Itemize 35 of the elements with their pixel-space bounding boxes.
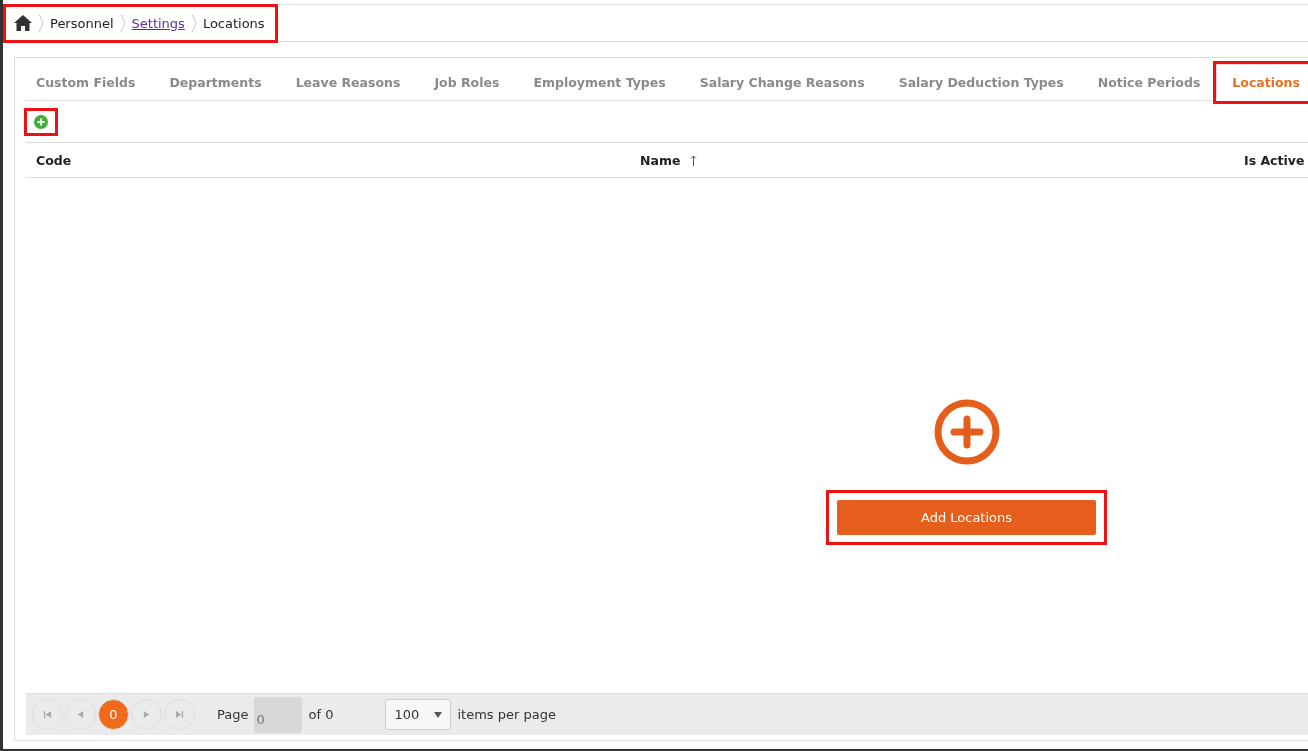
column-header[interactable]: Is Active	[1234, 152, 1308, 168]
tab[interactable]: Notice Periods	[1097, 65, 1201, 100]
tab[interactable]: Salary Change Reasons	[699, 65, 865, 100]
current-page-button[interactable]: 0	[98, 699, 129, 730]
tab[interactable]: Departments	[169, 65, 262, 100]
page-input[interactable]: 0	[254, 696, 303, 733]
breadcrumb-item: Locations	[202, 15, 265, 31]
chevron-icon	[119, 13, 126, 33]
plus-circle-icon	[34, 114, 48, 129]
column-header[interactable]: Name	[630, 152, 1234, 168]
tab[interactable]: Employment Types	[533, 65, 666, 100]
chevron-icon	[190, 13, 197, 33]
breadcrumb-item: Personnel	[50, 15, 114, 31]
add-button[interactable]	[27, 110, 55, 133]
chevron-icon	[38, 13, 44, 33]
breadcrumb-link[interactable]: Settings	[131, 15, 185, 31]
first-page-icon	[43, 710, 52, 719]
tab[interactable]: Leave Reasons	[295, 65, 401, 100]
previous-icon	[76, 710, 85, 719]
plus-circle-icon	[933, 399, 1000, 465]
page-size-dropdown[interactable]: 100	[385, 699, 452, 730]
tab[interactable]: Locations	[1216, 64, 1308, 101]
page-count: of 0	[308, 707, 334, 722]
tab[interactable]: Custom Fields	[36, 65, 136, 100]
next-icon	[142, 710, 151, 719]
column-header[interactable]: Code	[26, 152, 630, 168]
caret-icon	[434, 711, 443, 718]
home-icon[interactable]	[14, 15, 32, 31]
page-label: Page	[217, 707, 249, 722]
tab[interactable]: Job Roles	[434, 65, 500, 100]
sort-ascending-icon	[690, 154, 698, 166]
last-page-icon	[175, 710, 184, 719]
tab[interactable]: Salary Deduction Types	[898, 65, 1064, 100]
page-size-label: items per page	[457, 707, 556, 722]
add-locations-button[interactable]: Add Locations	[837, 500, 1096, 535]
